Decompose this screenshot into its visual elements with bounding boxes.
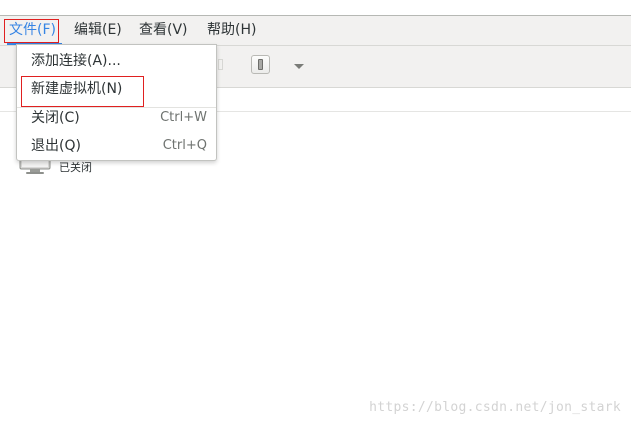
window-top-strip [0, 0, 631, 16]
vm-status-label: 已关闭 [59, 161, 92, 174]
menu-item-shortcut: Ctrl+Q [162, 138, 207, 153]
annotation-box-new-vm [21, 76, 144, 107]
shutdown-button[interactable] [251, 55, 270, 74]
menu-item-label: 退出(Q) [31, 138, 81, 154]
menu-item-close[interactable]: 关闭(C) Ctrl+W [17, 105, 216, 131]
menu-item-shortcut: Ctrl+W [160, 110, 207, 125]
toolbar-disabled-icon [218, 59, 223, 70]
menu-item-quit[interactable]: 退出(Q) Ctrl+Q [17, 133, 216, 159]
menubar: 文件(F) 编辑(E) 查看(V) 帮助(H) [0, 16, 631, 46]
power-switch-icon [258, 59, 263, 70]
file-dropdown-menu: 添加连接(A)... 新建虚拟机(N) 关闭(C) Ctrl+W 退出(Q) C… [16, 44, 217, 161]
chevron-down-icon[interactable] [294, 64, 304, 69]
menu-item-label: 添加连接(A)... [31, 53, 121, 69]
menu-item-add-connection[interactable]: 添加连接(A)... [17, 48, 216, 74]
annotation-box-file-menu [4, 19, 59, 43]
watermark: https://blog.csdn.net/jon_stark [369, 400, 621, 415]
menu-item-label: 关闭(C) [31, 110, 80, 126]
menu-edit[interactable]: 编辑(E) [74, 16, 122, 45]
menu-view[interactable]: 查看(V) [139, 16, 188, 45]
menu-help[interactable]: 帮助(H) [207, 16, 256, 45]
